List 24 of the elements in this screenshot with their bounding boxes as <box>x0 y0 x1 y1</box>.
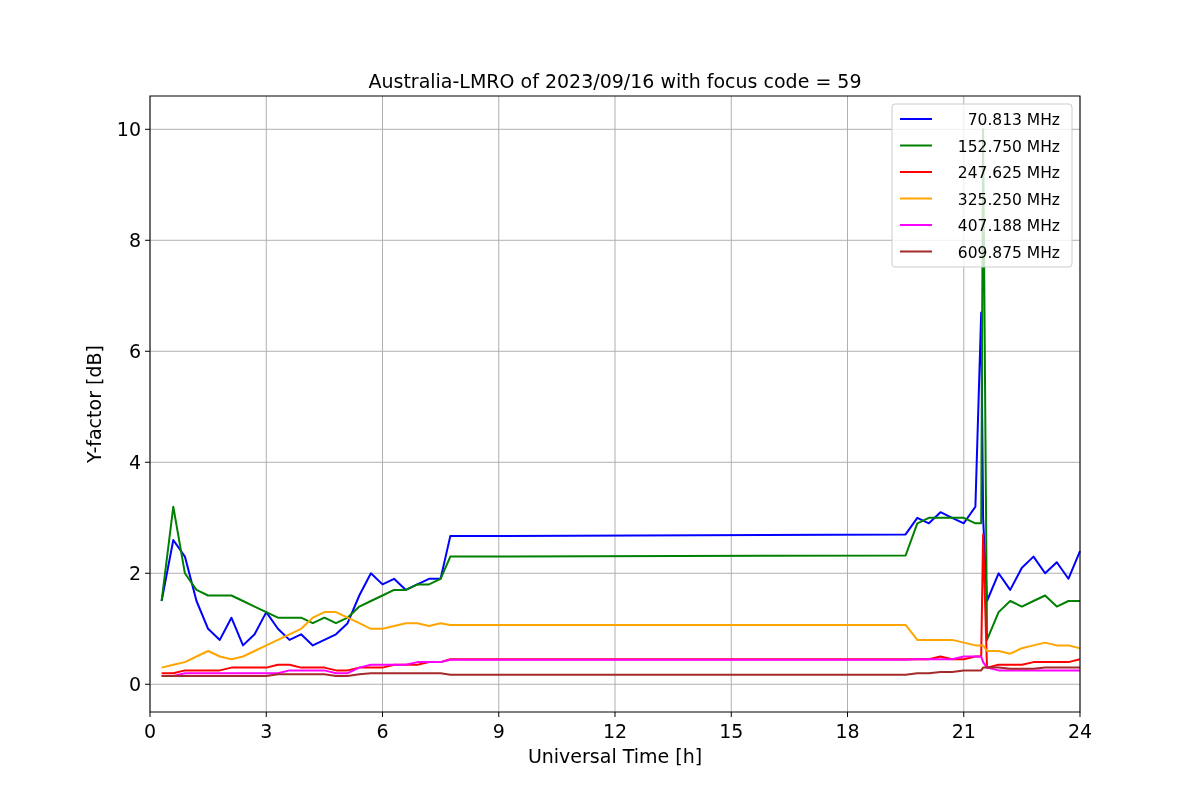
chart-title: Australia-LMRO of 2023/09/16 with focus code = 59 <box>368 70 862 92</box>
tick-label: 24 <box>1067 720 1093 742</box>
legend-label: 247.625 MHz <box>957 164 1060 182</box>
tick-label: 12 <box>602 720 628 742</box>
tick-label: 21 <box>951 720 976 742</box>
legend-label: 70.813 MHz <box>967 111 1060 129</box>
tick-label: 2 <box>128 562 141 585</box>
legend-label: 152.750 MHz <box>957 137 1060 156</box>
x-axis-label: Universal Time [h] <box>527 745 703 767</box>
tick-label: 8 <box>128 229 141 252</box>
tick-label: 4 <box>128 451 141 474</box>
legend-label: 407.188 MHz <box>957 217 1060 235</box>
y-axis-label: Y-factor [dB] <box>83 345 105 463</box>
tick-label: 10 <box>116 118 141 141</box>
tick-label: 15 <box>719 720 744 742</box>
tick-label: 0 <box>128 673 141 696</box>
tick-label: 6 <box>128 340 141 363</box>
tick-label: 0 <box>143 720 157 742</box>
tick-label: 6 <box>376 720 389 742</box>
tick-label: 18 <box>835 720 860 742</box>
tick-label: 9 <box>492 720 505 742</box>
legend-label: 325.250 MHz <box>957 190 1060 209</box>
tick-label: 3 <box>260 720 273 742</box>
legend-label: 609.875 MHz <box>957 243 1060 262</box>
